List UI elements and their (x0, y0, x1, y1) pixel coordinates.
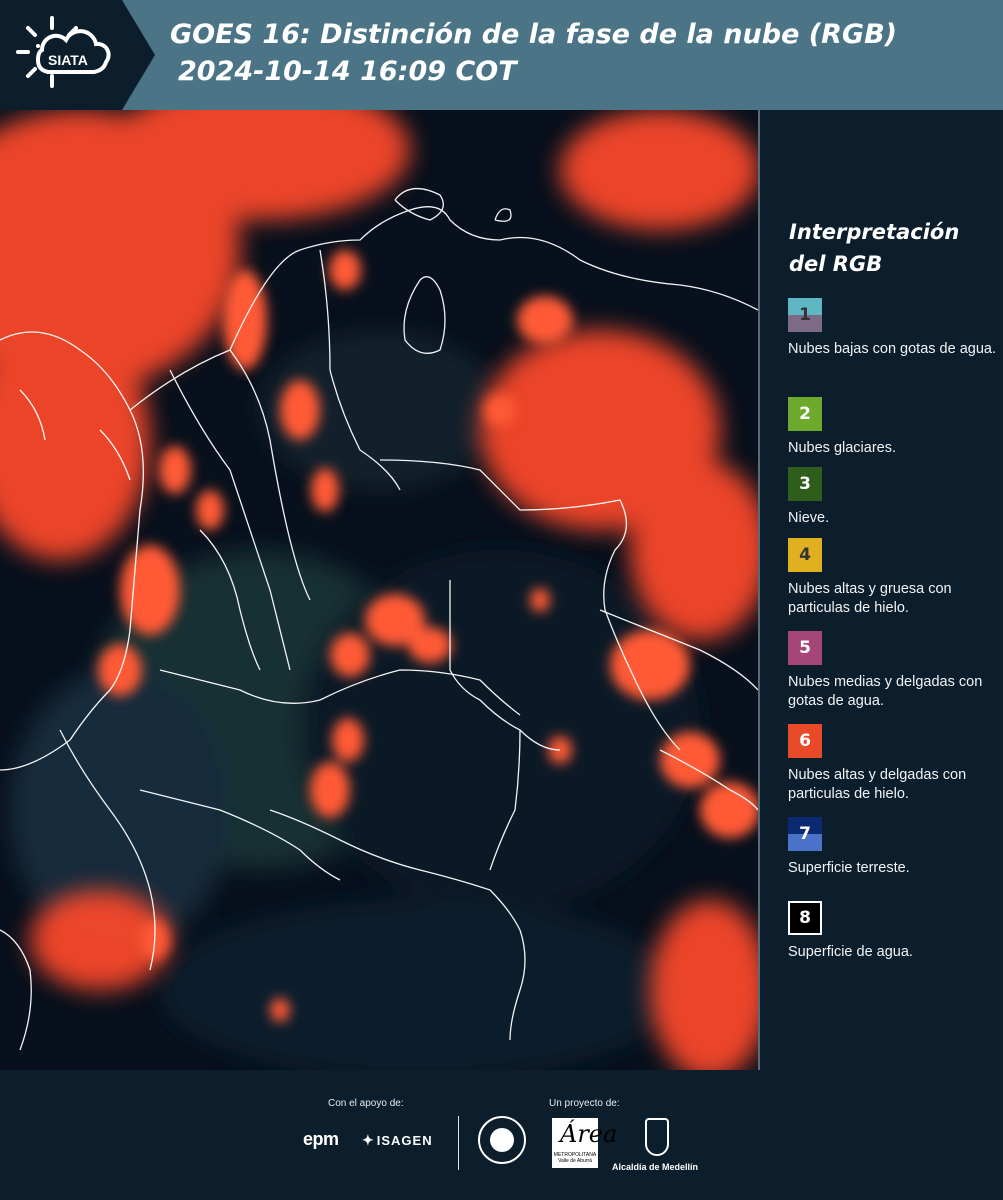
legend-item: 7 Superficie terreste. (788, 817, 1000, 878)
legend-label: Nubes medias y delgadas con gotas de agu… (788, 674, 983, 709)
isagen-mark-icon: ✦ (362, 1132, 375, 1148)
legend-label: Superficie de agua. (788, 944, 913, 960)
satellite-map (0, 110, 758, 1070)
isagen-logo: ✦ ISAGEN (362, 1132, 433, 1149)
legend-swatch: 1 (788, 298, 822, 332)
legend-item: 4 Nubes altas y gruesa con particulas de … (788, 538, 1000, 618)
area-metropolitana-logo: Área METROPOLITANA Valle de Aburrá (552, 1118, 617, 1168)
legend-number: 8 (799, 908, 811, 928)
legend-label: Nieve. (788, 510, 830, 526)
legend-number: 2 (799, 404, 811, 424)
legend-swatch: 2 (788, 397, 822, 431)
legend-title-line-2: del RGB (789, 252, 883, 276)
legend-label: Nubes glaciares. (788, 440, 896, 456)
svg-text:SIATA: SIATA (48, 52, 88, 68)
medellin-label: Alcaldía de Medellín (612, 1162, 699, 1172)
medellin-shield-icon (645, 1118, 669, 1156)
siata-logo: SIATA (0, 0, 155, 110)
legend-number: 4 (799, 545, 811, 565)
legend-number: 6 (799, 731, 811, 751)
legend-number: 7 (799, 824, 811, 844)
legend-item: 6 Nubes altas y delgadas con particulas d… (788, 724, 1000, 804)
seal-logo (478, 1116, 526, 1164)
legend-swatch: 3 (788, 467, 822, 501)
legend-swatch: 7 (788, 817, 822, 851)
legend-number: 5 (799, 638, 811, 658)
area-letter: Área (560, 1120, 618, 1148)
area-subtitle: METROPOLITANA Valle de Aburrá (553, 1152, 597, 1164)
legend-number: 3 (799, 474, 811, 494)
isagen-text: ISAGEN (376, 1133, 433, 1148)
footer: Con el apoyo de: Un proyecto de: epm ✦ IS… (0, 1070, 1003, 1200)
legend-item: 8 Superficie de agua. (788, 901, 1000, 962)
legend-swatch: 4 (788, 538, 822, 572)
legend-number: 1 (799, 305, 811, 325)
legend-item: 3 Nieve. (788, 467, 1000, 528)
support-label: Con el apoyo de: (328, 1098, 404, 1109)
legend-swatch: 5 (788, 631, 822, 665)
legend-label: Nubes altas y delgadas con particulas de… (788, 767, 967, 802)
project-label: Un proyecto de: (549, 1098, 620, 1109)
legend-label: Nubes altas y gruesa con particulas de h… (788, 581, 952, 616)
legend-swatch: 6 (788, 724, 822, 758)
legend-panel: Interpretación del RGB 1 Nubes bajas con … (760, 110, 1003, 1070)
legend-swatch: 8 (788, 901, 822, 935)
legend-label: Superficie terreste. (788, 860, 910, 876)
satellite-image (0, 110, 758, 1070)
legend-title-line-1: Interpretación (789, 220, 960, 244)
title-line-1: GOES 16: Distinción de la fase de la nub… (170, 19, 897, 50)
legend-title: Interpretación del RGB (789, 216, 959, 280)
legend-item: 1 Nubes bajas con gotas de agua. (788, 298, 1000, 359)
sun-cloud-icon: SIATA (16, 16, 111, 88)
legend-item: 2 Nubes glaciares. (788, 397, 1000, 458)
legend-item: 5 Nubes medias y delgadas con gotas de ag… (788, 631, 1000, 711)
header-bar: SIATA GOES 16: Distinción de la fase de … (0, 0, 1003, 110)
epm-logo: epm (303, 1129, 339, 1149)
legend-label: Nubes bajas con gotas de agua. (788, 341, 996, 357)
footer-divider (458, 1116, 459, 1170)
title-line-2: 2024-10-14 16:09 COT (178, 56, 517, 87)
page-title: GOES 16: Distinción de la fase de la nub… (170, 16, 897, 90)
